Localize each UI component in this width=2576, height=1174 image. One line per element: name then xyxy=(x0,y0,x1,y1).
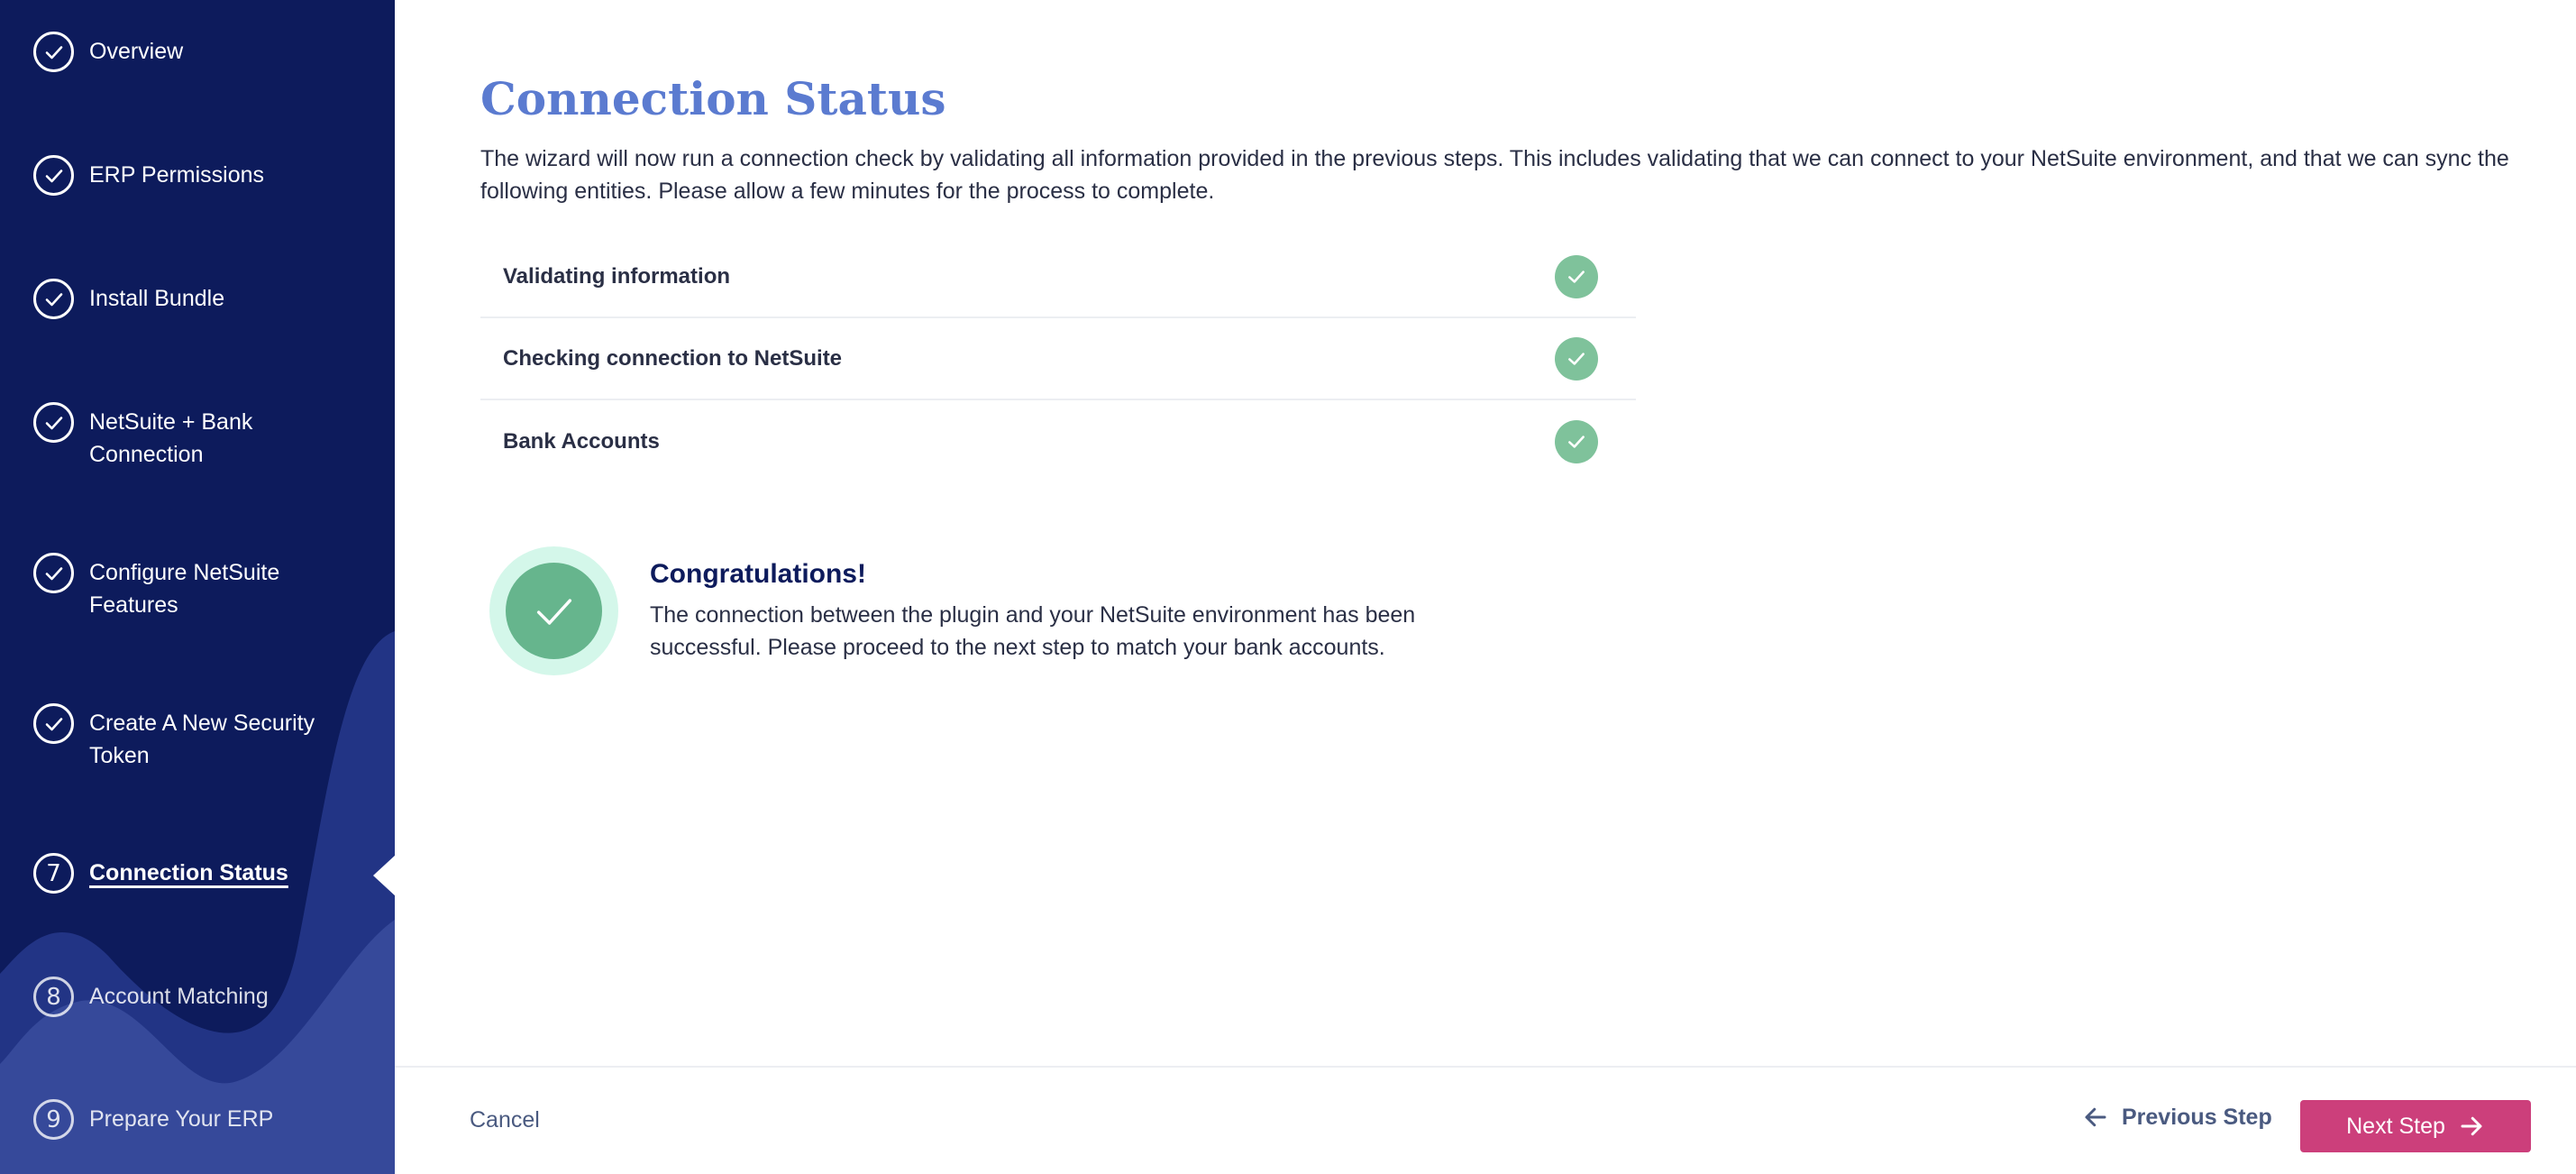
arrow-right-icon xyxy=(2461,1116,2482,1136)
check-icon xyxy=(33,32,74,72)
success-check-icon xyxy=(489,546,618,675)
step-number: 7 xyxy=(46,859,61,887)
sidebar-step-prepare-erp[interactable]: 9 Prepare Your ERP xyxy=(33,1099,351,1140)
previous-step-button[interactable]: Previous Step xyxy=(2082,1104,2272,1131)
next-step-button[interactable]: Next Step xyxy=(2300,1100,2531,1152)
step-number-badge: 8 xyxy=(33,977,74,1017)
cancel-button[interactable]: Cancel xyxy=(470,1107,540,1133)
sidebar-step-erp-permissions[interactable]: ERP Permissions xyxy=(33,155,351,196)
check-label: Validating information xyxy=(503,263,731,289)
next-step-label: Next Step xyxy=(2346,1113,2445,1139)
check-icon xyxy=(33,155,74,196)
wizard-main-content: Connection Status The wizard will now ru… xyxy=(395,0,2576,1174)
sidebar-step-label: ERP Permissions xyxy=(89,162,265,188)
active-step-pointer xyxy=(373,854,395,897)
step-number: 9 xyxy=(46,1105,61,1133)
sidebar-step-label: Create A New Security Token xyxy=(89,711,315,768)
sidebar-step-label: Connection Status xyxy=(89,860,288,885)
success-body: The connection between the plugin and yo… xyxy=(650,602,1416,660)
sidebar-step-netsuite-bank-connection[interactable]: NetSuite + Bank Connection xyxy=(33,402,351,471)
sidebar-step-label: Install Bundle xyxy=(89,286,225,311)
check-circle-icon xyxy=(1555,419,1598,463)
sidebar-step-label: Overview xyxy=(89,39,184,64)
check-row: Bank Accounts xyxy=(480,400,1636,482)
success-title: Congratulations! xyxy=(650,559,866,589)
step-number: 8 xyxy=(46,983,61,1011)
check-icon xyxy=(33,553,74,593)
sidebar-step-install-bundle[interactable]: Install Bundle xyxy=(33,279,351,319)
previous-step-label: Previous Step xyxy=(2122,1104,2272,1130)
success-message: Congratulations! The connection between … xyxy=(489,546,1461,675)
sidebar-step-label: Configure NetSuite Features xyxy=(89,560,280,618)
intro-text: The wizard will now run a connection che… xyxy=(480,146,2509,204)
wizard-footer: Cancel Previous Step Next Step xyxy=(395,1066,2576,1174)
arrow-left-icon xyxy=(2085,1107,2106,1127)
sidebar-step-label: NetSuite + Bank Connection xyxy=(89,409,253,467)
sidebar-step-label: Prepare Your ERP xyxy=(89,1106,274,1132)
check-circle-icon xyxy=(1555,254,1598,298)
check-icon xyxy=(33,402,74,443)
check-circle-icon xyxy=(1555,336,1598,381)
check-label: Bank Accounts xyxy=(503,428,660,454)
check-icon xyxy=(33,279,74,319)
sidebar-step-configure-netsuite-features[interactable]: Configure NetSuite Features xyxy=(33,553,351,621)
sidebar-step-label: Account Matching xyxy=(89,984,269,1009)
check-label: Checking connection to NetSuite xyxy=(503,345,843,371)
sidebar-step-overview[interactable]: Overview xyxy=(33,32,351,72)
check-row: Validating information xyxy=(480,236,1636,318)
check-row: Checking connection to NetSuite xyxy=(480,318,1636,400)
wizard-sidebar: Overview ERP Permissions Install Bundle … xyxy=(0,0,395,1174)
check-icon xyxy=(33,703,74,744)
page-title: Connection Status xyxy=(480,72,946,125)
connection-check-list: Validating information Checking connecti… xyxy=(480,236,1636,482)
sidebar-step-connection-status[interactable]: 7 Connection Status xyxy=(33,853,351,894)
step-number-badge: 9 xyxy=(33,1099,74,1140)
sidebar-step-account-matching[interactable]: 8 Account Matching xyxy=(33,977,351,1017)
sidebar-step-create-security-token[interactable]: Create A New Security Token xyxy=(33,703,351,772)
step-number-badge: 7 xyxy=(33,853,74,894)
